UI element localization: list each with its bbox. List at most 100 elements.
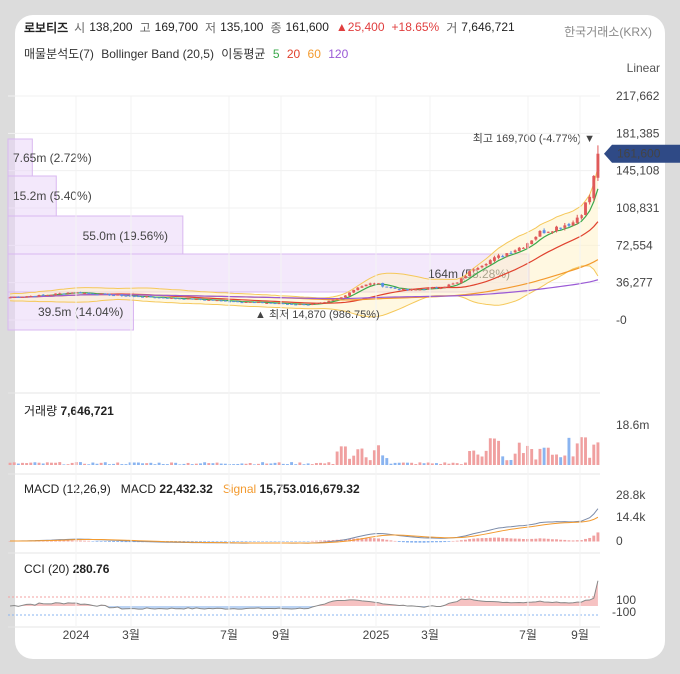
candle-body — [136, 296, 140, 298]
min-price-annotation: ▲ 최저 14,870 (986.75%) — [255, 308, 380, 321]
candle-body — [70, 292, 74, 294]
volume-bar — [381, 455, 385, 465]
volume-bar — [472, 450, 476, 465]
stock-chart[interactable]: 7.65m (2.72%) 15.2m (5.40%) 55.0m (19.56%)… — [0, 0, 680, 674]
candle-body — [372, 283, 376, 285]
macd-histogram-bar — [385, 539, 389, 542]
macd-histogram-bar — [542, 538, 546, 542]
candle-body — [331, 299, 335, 301]
candle-body — [439, 288, 443, 290]
macd-histogram-bar — [273, 541, 277, 542]
candle-body — [174, 298, 178, 300]
macd-histogram-bar — [319, 540, 323, 542]
macd-histogram-bar — [252, 541, 256, 542]
candle-body — [468, 271, 472, 276]
macd-histogram-bar — [257, 541, 260, 542]
candle-body — [203, 299, 207, 301]
macd-histogram-bar — [199, 541, 202, 542]
volume-bar — [563, 455, 567, 465]
macd-histogram-bar — [66, 540, 70, 542]
macd-histogram-bar — [459, 540, 463, 542]
candle — [244, 301, 248, 303]
volume-bar — [401, 462, 405, 465]
volume-bar — [397, 462, 401, 465]
last-price-label: 161,600 — [617, 147, 661, 161]
macd-histogram-bar — [83, 540, 87, 542]
macd-histogram-bar — [521, 538, 525, 542]
macd-histogram-bar — [302, 541, 306, 542]
candle-body — [343, 295, 347, 298]
candle-body — [584, 202, 587, 215]
candle — [21, 296, 24, 298]
macd-histogram-bar — [294, 541, 298, 542]
volume-bar — [410, 462, 414, 465]
candle-body — [381, 282, 385, 287]
macd-histogram-bar — [563, 539, 567, 542]
volume-bar — [464, 462, 467, 465]
volume-bar — [314, 463, 318, 465]
volume-bar — [343, 446, 347, 465]
candle-body — [141, 296, 144, 298]
candle-body — [112, 295, 116, 297]
volume-bar — [285, 464, 289, 465]
volume-bar — [33, 462, 37, 465]
volume-bar — [161, 464, 165, 465]
candle — [385, 286, 389, 288]
macd-histogram-bar — [290, 541, 294, 542]
volume-bar — [517, 442, 521, 465]
candle-body — [223, 300, 227, 302]
macd-histogram-bar — [596, 532, 600, 542]
candle-body — [571, 222, 575, 226]
macd-histogram-bar — [244, 541, 248, 542]
macd-histogram-bar — [488, 537, 492, 542]
candle-body — [339, 297, 343, 299]
volume-bar — [509, 459, 513, 465]
macd-histogram-bar — [410, 541, 414, 543]
candle — [161, 297, 165, 299]
volume-bar — [194, 463, 198, 465]
volume-bar — [327, 462, 331, 465]
candle-body — [277, 303, 281, 305]
volume-bar — [269, 463, 273, 465]
candle-body — [170, 297, 173, 299]
candle-body — [505, 253, 509, 256]
candle — [91, 293, 95, 295]
candle-body — [476, 267, 480, 270]
candle — [443, 286, 447, 289]
macd-histogram-bar — [261, 541, 265, 542]
macd-histogram-bar — [497, 537, 501, 542]
candle-body — [542, 230, 546, 234]
candle-body — [41, 294, 45, 296]
macd-histogram-bar — [95, 541, 99, 542]
candle-body — [29, 296, 33, 298]
candle — [314, 303, 318, 305]
volume-bar — [132, 462, 136, 465]
candle-body — [455, 282, 459, 284]
time-axis-tick: 2024 — [63, 628, 90, 642]
candle — [103, 293, 107, 295]
macd-histogram-bar — [223, 541, 227, 542]
candle-body — [360, 286, 364, 288]
volume-bar — [29, 462, 33, 465]
candle-body — [352, 289, 356, 293]
candle-body — [323, 302, 327, 304]
candle-body — [244, 301, 248, 303]
volume-bar — [455, 463, 459, 465]
candle-body — [232, 301, 236, 303]
macd-histogram-bar — [492, 537, 496, 542]
candle-body — [25, 296, 29, 298]
macd-histogram-bar — [381, 539, 385, 542]
candle-body — [87, 292, 91, 294]
candle-body — [21, 296, 24, 298]
macd-histogram-bar — [372, 538, 376, 542]
volume-bar — [153, 464, 157, 465]
candle — [157, 297, 161, 299]
price-axis-tick: -0 — [616, 313, 627, 327]
candle-body — [472, 269, 476, 271]
volume-bar — [116, 462, 120, 465]
candle-body — [559, 227, 563, 229]
macd-histogram-bar — [414, 541, 418, 543]
macd-histogram-bar — [484, 538, 488, 542]
macd-histogram-bar — [418, 541, 422, 543]
volume-bar — [165, 464, 169, 465]
